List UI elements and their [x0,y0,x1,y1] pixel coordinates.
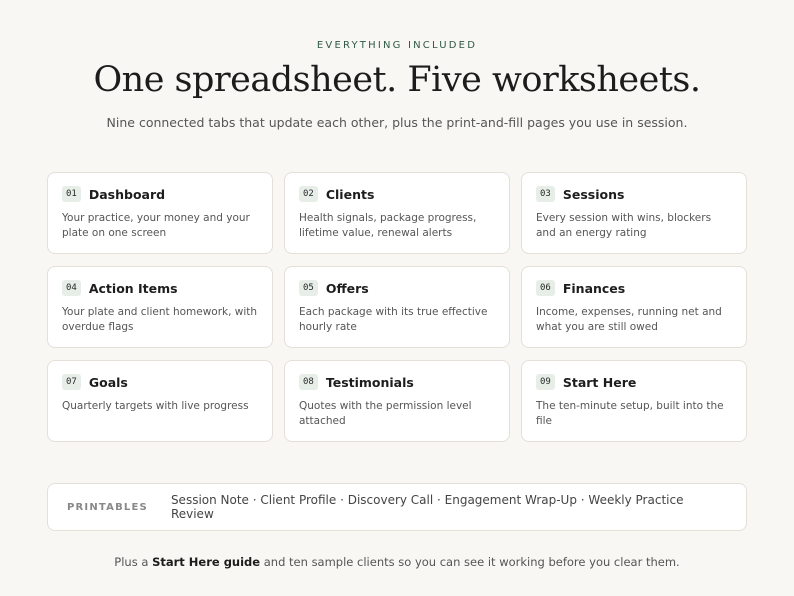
tab-card-goals: 07 Goals Quarterly targets with live pro… [47,360,273,442]
footer-note: Plus a Start Here guide and ten sample c… [0,555,794,569]
card-title: Offers [325,280,369,296]
tab-card-testimonials: 08 Testimonials Quotes with the permissi… [284,360,510,442]
tabs-grid: 01 Dashboard Your practice, your money a… [47,172,747,442]
page-title: One spreadsheet. Five worksheets. [93,60,701,100]
card-title: Testimonials [325,374,414,390]
tab-card-finances: 06 Finances Income, expenses, running ne… [521,266,747,348]
card-description: Quotes with the permission level attache… [299,400,472,427]
card-number: 05 [299,280,318,296]
card-title: Sessions [562,186,625,202]
card-header: 01 Dashboard [62,186,258,202]
card-number: 07 [62,374,81,390]
card-description: Each package with its true effective hou… [299,306,488,333]
card-number: 06 [536,280,555,296]
card-description: The ten-minute setup, built into the fil… [536,400,724,427]
card-number: 03 [536,186,555,202]
card-header: 04 Action Items [62,280,258,296]
card-description: Income, expenses, running net and what y… [536,306,722,333]
card-title: Dashboard [88,186,166,202]
footer-suffix: and ten sample clients so you can see it… [260,555,680,569]
card-number: 02 [299,186,318,202]
card-title: Action Items [88,280,178,296]
tab-card-sessions: 03 Sessions Every session with wins, blo… [521,172,747,254]
page-subtitle: Nine connected tabs that update each oth… [106,115,688,130]
card-header: 03 Sessions [536,186,732,202]
tab-card-dashboard: 01 Dashboard Your practice, your money a… [47,172,273,254]
card-description: Quarterly targets with live progress [62,400,249,412]
card-title: Goals [88,374,128,390]
card-header: 02 Clients [299,186,495,202]
card-header: 09 Start Here [536,374,732,390]
card-description: Your practice, your money and your plate… [62,212,250,239]
card-number: 09 [536,374,555,390]
eyebrow-label: EVERYTHING INCLUDED [316,40,478,51]
tab-card-clients: 02 Clients Health signals, package progr… [284,172,510,254]
tab-card-action-items: 04 Action Items Your plate and client ho… [47,266,273,348]
footer-prefix: Plus a [114,555,153,569]
card-title: Finances [562,280,626,296]
card-title: Start Here [562,374,637,390]
printables-list: Session Note · Client Profile · Discover… [170,493,684,521]
tab-card-offers: 05 Offers Each package with its true eff… [284,266,510,348]
card-header: 06 Finances [536,280,732,296]
card-header: 05 Offers [299,280,495,296]
tab-card-start-here: 09 Start Here The ten-minute setup, buil… [521,360,747,442]
card-number: 04 [62,280,81,296]
card-header: 08 Testimonials [299,374,495,390]
card-title: Clients [325,186,375,202]
card-header: 07 Goals [62,374,258,390]
card-number: 01 [62,186,81,202]
card-number: 08 [299,374,318,390]
card-description: Health signals, package progress, lifeti… [299,212,477,239]
printables-label: PRINTABLES [67,501,148,513]
printables-bar: PRINTABLES Session Note · Client Profile… [47,483,747,531]
card-description: Every session with wins, blockers and an… [536,212,712,239]
card-description: Your plate and client homework, with ove… [62,306,258,333]
footer-highlight: Start Here guide [152,555,261,569]
